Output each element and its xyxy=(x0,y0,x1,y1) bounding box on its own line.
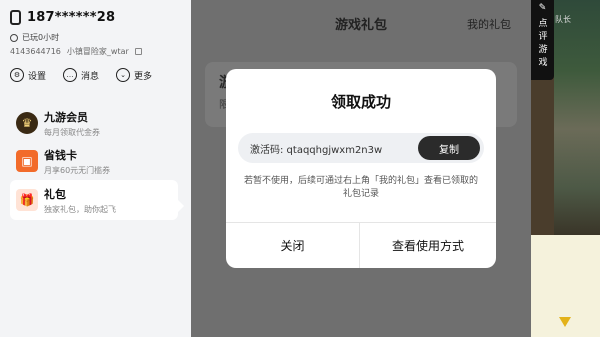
game-tag: 队长 xyxy=(555,15,571,24)
activation-code-box: 激活码: qtaqqhgjwxm2n3w 复制 xyxy=(238,133,484,163)
clock-icon xyxy=(10,33,18,42)
edit-icon[interactable] xyxy=(134,48,142,55)
game-scene xyxy=(554,0,600,235)
message-label: 消息 xyxy=(81,71,100,82)
sidebar-item-sub: 月享60元无门槛券 xyxy=(44,165,111,175)
more-button[interactable]: ⌄ 更多 xyxy=(116,68,152,82)
close-button[interactable]: 关闭 xyxy=(226,223,359,268)
activation-code: 激活码: qtaqqhgjwxm2n3w xyxy=(250,144,383,156)
main-panel: 游戏礼包 我的礼包 游 限 领取成功 激活码: qtaqqhgjwxm2n3w … xyxy=(191,0,531,337)
gift-icon: 🎁 xyxy=(16,189,38,211)
settings-icon: ⚙ xyxy=(10,68,24,82)
game-bottom xyxy=(531,235,600,337)
review-label: 点评游戏 xyxy=(538,19,548,68)
played-time: 已玩0小时 xyxy=(10,32,59,43)
uid: 4143644716 xyxy=(10,47,61,56)
sidebar-item-title: 省钱卡 xyxy=(44,148,77,162)
dialog-note: 若暂不使用，后续可通过右上角「我的礼包」查看已领取的礼包记录 xyxy=(243,176,478,199)
settings-button[interactable]: ⚙ 设置 xyxy=(10,68,46,82)
review-game-button[interactable]: ✎ 点评游戏 xyxy=(531,0,554,80)
card-icon: ▣ xyxy=(16,150,38,172)
uid-row: 4143644716 小镇冒险家_wtar xyxy=(10,46,142,57)
nickname: 小镇冒险家_wtar xyxy=(66,47,129,56)
sidebar-item-title: 九游会员 xyxy=(44,110,88,124)
more-icon: ⌄ xyxy=(116,68,131,82)
sidebar: 187******28 已玩0小时 4143644716 小镇冒险家_wtar … xyxy=(0,0,191,337)
sidebar-item-sub: 每月领取代金券 xyxy=(44,127,100,137)
copy-button[interactable]: 复制 xyxy=(418,136,480,160)
message-icon: … xyxy=(63,68,78,82)
game-view: 队长 ✎ 点评游戏 xyxy=(531,0,600,337)
active-indicator xyxy=(178,200,184,212)
sidebar-item-gift[interactable]: 🎁 礼包 独家礼包，助你起飞 xyxy=(10,180,178,220)
pencil-icon: ✎ xyxy=(538,3,547,13)
phone-icon xyxy=(10,10,21,25)
view-usage-button[interactable]: 查看使用方式 xyxy=(360,223,496,268)
sidebar-item-title: 礼包 xyxy=(44,187,66,201)
user-row[interactable]: 187******28 xyxy=(10,10,115,25)
quick-actions: ⚙ 设置 … 消息 ⌄ 更多 xyxy=(10,68,152,82)
sidebar-item-savecard[interactable]: ▣ 省钱卡 月享60元无门槛券 xyxy=(10,141,178,181)
sidebar-item-sub: 独家礼包，助你起飞 xyxy=(44,204,116,214)
hourglass-icon xyxy=(559,317,571,327)
settings-label: 设置 xyxy=(28,71,47,82)
played-text: 已玩0小时 xyxy=(22,33,60,42)
username: 187******28 xyxy=(27,10,116,25)
success-dialog: 领取成功 激活码: qtaqqhgjwxm2n3w 复制 若暂不使用，后续可通过… xyxy=(226,69,496,268)
crown-icon: ♛ xyxy=(16,112,38,134)
sidebar-item-vip[interactable]: ♛ 九游会员 每月领取代金券 xyxy=(10,103,178,143)
my-gifts-link[interactable]: 我的礼包 xyxy=(467,16,511,32)
dialog-title: 领取成功 xyxy=(330,93,391,111)
message-button[interactable]: … 消息 xyxy=(63,68,99,82)
more-label: 更多 xyxy=(134,71,153,82)
